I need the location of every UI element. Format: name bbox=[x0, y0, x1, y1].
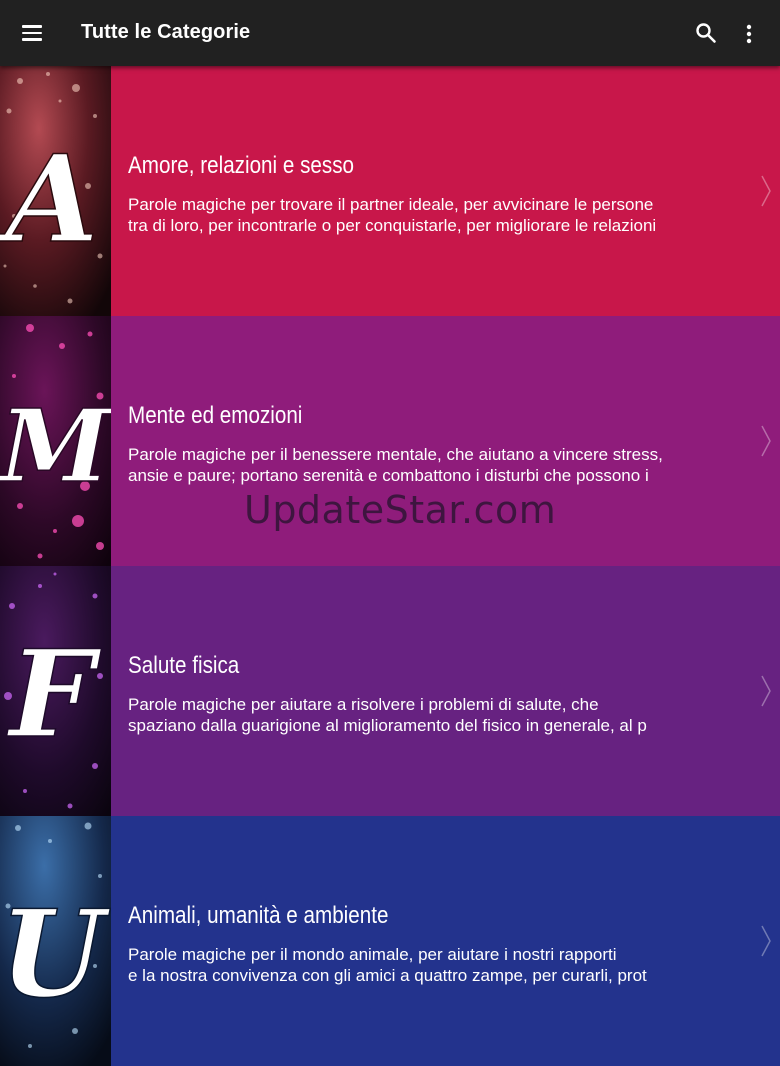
page-title: Tutte le Categorie bbox=[81, 21, 251, 43]
chevron-right-icon bbox=[760, 174, 772, 208]
category-title: Mente ed emozioni bbox=[128, 402, 303, 429]
category-description: Parole magiche per aiutare a risolvere i… bbox=[128, 694, 728, 736]
category-thumbnail: F bbox=[0, 566, 111, 816]
category-thumbnail: A bbox=[0, 66, 111, 316]
category-body: Amore, relazioni e sesso Parole magiche … bbox=[111, 66, 780, 316]
category-card-mente[interactable]: M Mente ed emozioni Parole magiche per i… bbox=[0, 316, 780, 566]
hamburger-menu-icon[interactable] bbox=[22, 20, 50, 46]
search-icon[interactable] bbox=[694, 21, 718, 45]
app-bar: Tutte le Categorie bbox=[0, 0, 780, 66]
description-line: Parole magiche per il benessere mentale,… bbox=[128, 445, 663, 464]
category-body: Salute fisica Parole magiche per aiutare… bbox=[111, 566, 780, 816]
more-vert-icon[interactable] bbox=[738, 21, 760, 45]
description-line: spaziano dalla guarigione al miglioramen… bbox=[128, 716, 647, 735]
category-card-salute[interactable]: F Salute fisica Parole magiche per aiuta… bbox=[0, 566, 780, 816]
category-title: Salute fisica bbox=[128, 652, 240, 679]
category-description: Parole magiche per il mondo animale, per… bbox=[128, 944, 728, 986]
chevron-right-icon bbox=[760, 674, 772, 708]
chevron-right-icon bbox=[760, 924, 772, 958]
category-title: Animali, umanità e ambiente bbox=[128, 902, 389, 929]
category-card-amore[interactable]: A Amore, relazioni e sesso Parole magich… bbox=[0, 66, 780, 316]
svg-text:M: M bbox=[0, 387, 111, 505]
category-thumbnail: U bbox=[0, 816, 111, 1066]
description-line: Parole magiche per aiutare a risolvere i… bbox=[128, 695, 599, 714]
svg-text:U: U bbox=[0, 884, 111, 1025]
description-line: e la nostra convivenza con gli amici a q… bbox=[128, 966, 647, 985]
category-card-animali[interactable]: U Animali, umanità e ambiente Parole mag… bbox=[0, 816, 780, 1066]
description-line: Parole magiche per trovare il partner id… bbox=[128, 195, 654, 214]
category-thumbnail: M bbox=[0, 316, 111, 566]
description-line: ansie e paure; portano serenità e combat… bbox=[128, 466, 649, 485]
chevron-right-icon bbox=[760, 424, 772, 458]
category-description: Parole magiche per trovare il partner id… bbox=[128, 194, 728, 236]
category-body: Animali, umanità e ambiente Parole magic… bbox=[111, 816, 780, 1066]
category-title: Amore, relazioni e sesso bbox=[128, 152, 354, 179]
svg-text:A: A bbox=[0, 129, 99, 270]
category-description: Parole magiche per il benessere mentale,… bbox=[128, 444, 728, 486]
description-line: Parole magiche per il mondo animale, per… bbox=[128, 945, 617, 964]
category-list: A Amore, relazioni e sesso Parole magich… bbox=[0, 66, 780, 1066]
category-body: Mente ed emozioni Parole magiche per il … bbox=[111, 316, 780, 566]
svg-text:F: F bbox=[6, 624, 102, 765]
description-line: tra di loro, per incontrarle o per conqu… bbox=[128, 216, 657, 235]
